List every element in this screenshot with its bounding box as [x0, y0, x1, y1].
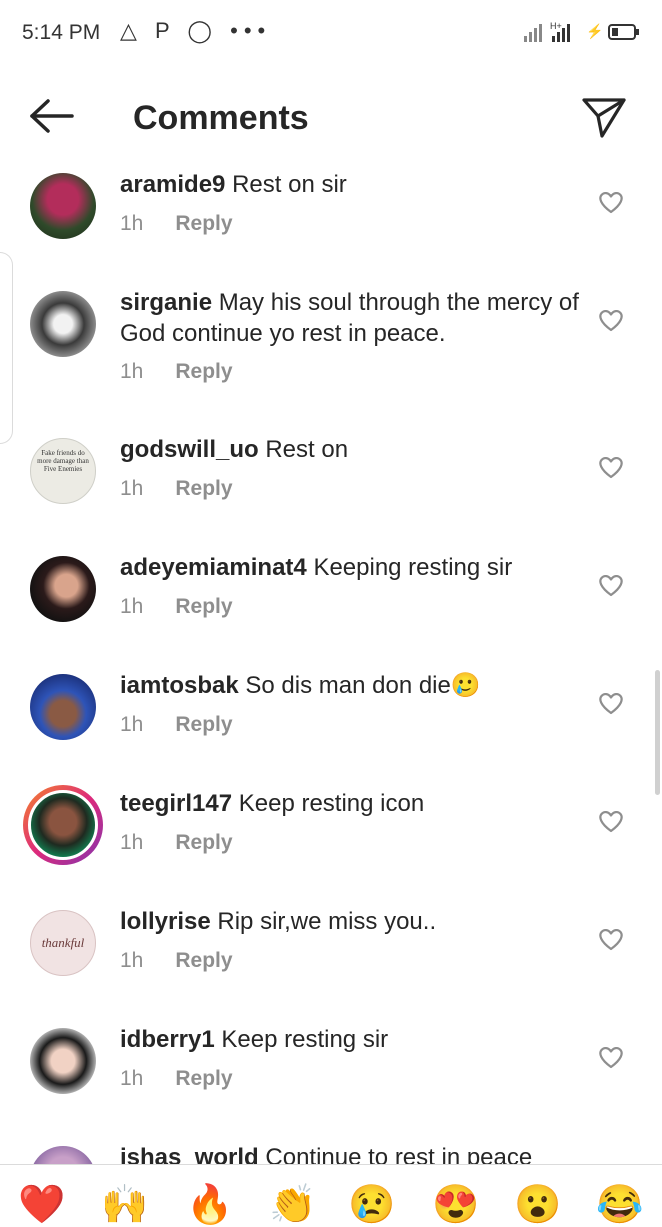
comment-username[interactable]: lollyrise	[120, 908, 211, 935]
reply-button[interactable]: Reply	[175, 949, 232, 972]
avatar[interactable]	[30, 173, 96, 239]
comment-body: Continue to rest in peace	[265, 1144, 533, 1164]
status-bar: 5:14 PM △ P ◯ ••• H+ ⚡	[0, 0, 662, 66]
reaction-surprised-face[interactable]: 😮	[514, 1183, 561, 1227]
comment-time: 1h	[120, 477, 144, 500]
notification-icons: △ P ◯ •••	[120, 18, 272, 43]
comment-meta: 1h Reply	[120, 831, 233, 855]
reply-button[interactable]: Reply	[175, 360, 232, 383]
heart-icon[interactable]	[598, 1045, 624, 1069]
comment-time: 1h	[120, 713, 144, 736]
comment-username[interactable]: sirganie	[120, 289, 212, 316]
header: Comments	[0, 66, 662, 166]
comment-text: sirganie May his soul through the mercy …	[120, 287, 580, 349]
back-arrow-icon[interactable]	[26, 96, 76, 136]
comment-username[interactable]: aramide9	[120, 171, 225, 198]
comment-username[interactable]: idberry1	[120, 1026, 215, 1053]
comment-body: Rip sir,we miss you..	[217, 908, 437, 935]
status-time: 5:14 PM	[22, 21, 101, 44]
heart-icon[interactable]	[598, 927, 624, 951]
avatar[interactable]	[30, 1146, 96, 1164]
reply-button[interactable]: Reply	[175, 212, 232, 235]
reaction-raised-hands[interactable]: 🙌	[101, 1183, 148, 1227]
avatar[interactable]: thankful	[30, 910, 96, 976]
comment-meta: 1h Reply	[120, 949, 233, 973]
reaction-red-heart[interactable]: ❤️	[18, 1183, 65, 1227]
comment-username[interactable]: godswill_uo	[120, 436, 259, 463]
comment-time: 1h	[120, 212, 144, 235]
avatar[interactable]	[30, 556, 96, 622]
avatar-script-text: thankful	[41, 935, 85, 950]
charging-icon: ⚡	[586, 23, 604, 40]
heart-icon[interactable]	[598, 691, 624, 715]
reaction-fire[interactable]: 🔥	[186, 1183, 233, 1227]
avatar[interactable]: Fake friends do more damage than Five En…	[30, 438, 96, 504]
comment-text: teegirl147 Keep resting icon	[120, 788, 580, 819]
avatar[interactable]	[30, 291, 96, 357]
avatar-quote-text: Fake friends do more damage than Five En…	[37, 449, 89, 473]
comment-text: lollyrise Rip sir,we miss you..	[120, 906, 580, 937]
avatar	[28, 790, 98, 860]
quick-reactions-bar: ❤️ 🙌 🔥 👏 😢 😍 😮 😂	[0, 1164, 662, 1226]
comment-meta: 1h Reply	[120, 477, 233, 501]
comment-meta: 1h Reply	[120, 595, 233, 619]
comment-body: Keep resting icon	[238, 790, 425, 817]
avatar[interactable]	[30, 1028, 96, 1094]
comment-username[interactable]: iamtosbak	[120, 672, 239, 699]
reaction-clapping-hands[interactable]: 👏	[269, 1183, 316, 1227]
reply-button[interactable]: Reply	[175, 595, 232, 618]
comment-username[interactable]: ishas_world	[120, 1144, 259, 1164]
comment-time: 1h	[120, 595, 144, 618]
comment-text: adeyemiaminat4 Keeping resting sir	[120, 552, 580, 583]
comment-text: idberry1 Keep resting sir	[120, 1024, 580, 1055]
comment-meta: 1h Reply	[120, 360, 233, 384]
signal-icon: H+	[523, 21, 570, 42]
comment-text: aramide9 Rest on sir	[120, 169, 580, 200]
reaction-tears-of-joy[interactable]: 😂	[596, 1183, 643, 1227]
comment-time: 1h	[120, 1067, 144, 1090]
comment-body: Rest on sir	[232, 171, 347, 198]
heart-icon[interactable]	[598, 455, 624, 479]
reply-button[interactable]: Reply	[175, 477, 232, 500]
comment-body: So dis man don die🥲	[245, 672, 481, 699]
heart-icon[interactable]	[598, 308, 624, 332]
comment-meta: 1h Reply	[120, 212, 233, 236]
comment-text: iamtosbak So dis man don die🥲	[120, 670, 580, 701]
comment-meta: 1h Reply	[120, 1067, 233, 1091]
reply-button[interactable]: Reply	[175, 1067, 232, 1090]
comment-body: Keep resting sir	[221, 1026, 389, 1053]
heart-icon[interactable]	[598, 190, 624, 214]
comment-body: Keeping resting sir	[313, 554, 513, 581]
comment-meta: 1h Reply	[120, 713, 233, 737]
comment-time: 1h	[120, 949, 144, 972]
reply-button[interactable]: Reply	[175, 831, 232, 854]
avatar-story-ring[interactable]	[23, 785, 103, 865]
comment-text: ishas_world Continue to rest in peace	[120, 1142, 580, 1164]
comment-text: godswill_uo Rest on	[120, 434, 580, 465]
reaction-heart-eyes[interactable]: 😍	[432, 1183, 479, 1227]
reply-button[interactable]: Reply	[175, 713, 232, 736]
comment-time: 1h	[120, 360, 144, 383]
comment-time: 1h	[120, 831, 144, 854]
comments-list[interactable]: aramide9 Rest on sir 1h Reply sirganie Ma…	[0, 166, 662, 1164]
send-icon[interactable]	[580, 96, 628, 140]
comment-username[interactable]: adeyemiaminat4	[120, 554, 307, 581]
battery-icon	[608, 24, 639, 40]
comment-username[interactable]: teegirl147	[120, 790, 232, 817]
status-right-icons: H+ ⚡	[522, 20, 640, 44]
heart-icon[interactable]	[598, 809, 624, 833]
avatar[interactable]	[30, 674, 96, 740]
comment-body: Rest on	[265, 436, 349, 463]
page-title: Comments	[133, 99, 309, 137]
heart-icon[interactable]	[598, 573, 624, 597]
reaction-crying-face[interactable]: 😢	[348, 1183, 395, 1227]
scrollbar[interactable]	[655, 670, 660, 795]
network-type: H+	[550, 21, 562, 31]
